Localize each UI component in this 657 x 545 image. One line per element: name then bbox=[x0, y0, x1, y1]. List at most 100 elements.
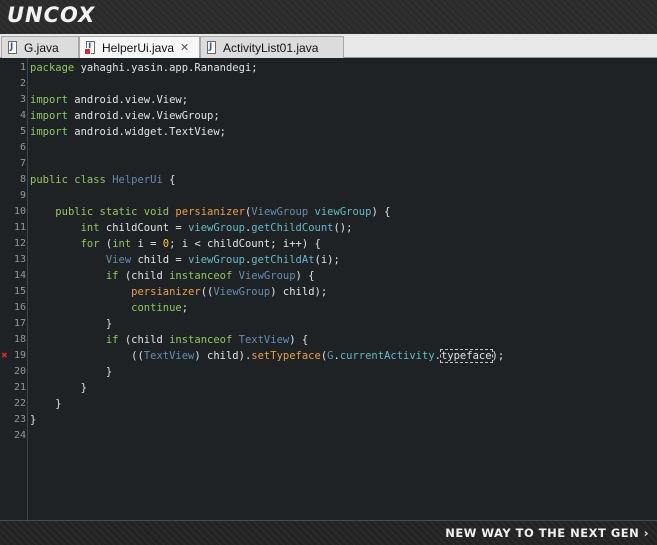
code-token: (i); bbox=[314, 254, 340, 266]
code-line[interactable]: public class HelperUi { bbox=[30, 172, 175, 188]
code-line[interactable]: import android.view.View; bbox=[30, 92, 188, 108]
code-token: ViewGroup bbox=[251, 206, 309, 218]
code-token: ) { bbox=[289, 334, 309, 346]
code-area[interactable]: package yahaghi.yasin.app.Ranandegi; impo… bbox=[30, 60, 657, 520]
code-line[interactable]: } bbox=[30, 396, 62, 412]
footer-tagline: NEW WAY TO THE NEXT GEN › bbox=[445, 526, 649, 540]
code-token: instanceof bbox=[169, 334, 233, 346]
line-number: 20 bbox=[13, 366, 26, 377]
code-token: ) { bbox=[295, 270, 315, 282]
java-file-icon: J bbox=[205, 40, 218, 55]
tab-label: HelperUi.java bbox=[102, 40, 175, 55]
line-number: 9 bbox=[19, 190, 26, 201]
tab-label: G.java bbox=[24, 40, 59, 55]
code-line[interactable]: continue; bbox=[30, 300, 188, 316]
code-token: public class bbox=[30, 174, 106, 186]
line-number: 7 bbox=[19, 158, 26, 169]
code-token: viewGroup bbox=[188, 222, 245, 234]
code-token: if bbox=[105, 334, 119, 346]
line-number: 15 bbox=[13, 286, 26, 297]
tab-helperui-java[interactable]: J HelperUi.java ✕ bbox=[79, 36, 200, 58]
line-number: 6 bbox=[19, 142, 26, 153]
code-token: HelperUi bbox=[112, 174, 163, 186]
code-line[interactable]: package yahaghi.yasin.app.Ranandegi; bbox=[30, 60, 258, 76]
code-token: ; bbox=[181, 302, 189, 314]
code-token: TextView bbox=[238, 334, 290, 346]
footer-banner: NEW WAY TO THE NEXT GEN › bbox=[0, 520, 657, 545]
code-token: } bbox=[30, 318, 113, 330]
code-editor[interactable]: 1 2 3 4 5 6 7 8 9 10 11 12 13 14 15 16 17 18 19 ✖ 20 21 22 23 24… bbox=[0, 58, 657, 520]
code-token: int bbox=[80, 222, 100, 234]
code-token: android.view.ViewGroup; bbox=[67, 110, 220, 122]
line-number: 23 bbox=[13, 414, 26, 425]
line-number: 17 bbox=[13, 318, 26, 329]
code-line[interactable]: import android.widget.TextView; bbox=[30, 124, 226, 140]
code-token: i = bbox=[131, 238, 163, 250]
tab-activitylist01-java[interactable]: J ActivityList01.java bbox=[200, 36, 344, 58]
code-line[interactable]: ((TextView) child).setTypeface(G.current… bbox=[30, 348, 504, 364]
code-token: android.widget.TextView; bbox=[67, 126, 226, 138]
line-number: 18 bbox=[13, 334, 26, 345]
code-token: for bbox=[80, 238, 100, 250]
code-token: persianizer bbox=[131, 286, 201, 298]
code-token: { bbox=[162, 174, 176, 186]
code-token: import bbox=[30, 94, 68, 106]
code-token: ); bbox=[491, 350, 505, 362]
line-number: 22 bbox=[13, 398, 26, 409]
code-token: continue bbox=[131, 302, 182, 314]
code-token: import bbox=[30, 110, 68, 122]
error-marker-icon[interactable]: ✖ bbox=[1, 351, 11, 361]
selected-token: typeface bbox=[439, 349, 493, 363]
code-line[interactable]: View child = viewGroup.getChildAt(i); bbox=[30, 252, 340, 268]
code-line[interactable]: } bbox=[30, 380, 87, 396]
code-token: android.view.View; bbox=[67, 94, 189, 106]
line-number: 3 bbox=[19, 94, 26, 105]
tab-label: ActivityList01.java bbox=[223, 40, 319, 55]
code-token: (( bbox=[200, 286, 214, 298]
close-tab-icon[interactable]: ✕ bbox=[180, 41, 189, 54]
code-line[interactable]: for (int i = 0; i < childCount; i++) { bbox=[30, 236, 321, 252]
line-number: 16 bbox=[13, 302, 26, 313]
code-line[interactable]: if (child instanceof ViewGroup) { bbox=[30, 268, 315, 284]
code-line[interactable]: persianizer((ViewGroup) child); bbox=[30, 284, 327, 300]
code-token: currentActivity bbox=[339, 350, 435, 362]
code-line[interactable]: int childCount = viewGroup.getChildCount… bbox=[30, 220, 353, 236]
code-token: int bbox=[112, 238, 132, 250]
line-number: 24 bbox=[13, 430, 26, 441]
code-token: ViewGroup bbox=[213, 286, 271, 298]
code-line[interactable]: } bbox=[30, 364, 112, 380]
line-number: 21 bbox=[13, 382, 26, 393]
code-token: ) child); bbox=[270, 286, 328, 298]
line-number: 4 bbox=[19, 110, 26, 121]
code-token: (( bbox=[30, 350, 144, 362]
code-line[interactable]: import android.view.ViewGroup; bbox=[30, 108, 220, 124]
editor-tab-bar: J G.java J HelperUi.java ✕ J ActivityLis… bbox=[0, 34, 657, 58]
code-token: } bbox=[30, 398, 62, 410]
code-token: } bbox=[30, 414, 37, 426]
code-line[interactable]: if (child instanceof TextView) { bbox=[30, 332, 308, 348]
code-token: getChildAt bbox=[251, 254, 315, 266]
code-line[interactable]: public static void persianizer(ViewGroup… bbox=[30, 204, 390, 220]
code-token: yahaghi.yasin.app.Ranandegi; bbox=[74, 62, 258, 74]
tab-g-java[interactable]: J G.java bbox=[1, 36, 79, 58]
code-token: package bbox=[30, 62, 75, 74]
line-number: 2 bbox=[19, 78, 26, 89]
line-number: 5 bbox=[19, 126, 26, 137]
code-token: import bbox=[30, 126, 68, 138]
code-token: viewGroup bbox=[188, 254, 245, 266]
code-token: (child bbox=[118, 270, 170, 282]
java-file-error-icon: J bbox=[84, 40, 97, 55]
java-file-icon: J bbox=[6, 40, 19, 55]
code-token: persianizer bbox=[175, 206, 245, 218]
code-line[interactable]: } bbox=[30, 316, 112, 332]
code-line[interactable]: } bbox=[30, 412, 36, 428]
code-token: ( bbox=[99, 238, 113, 250]
code-token: ViewGroup bbox=[238, 270, 296, 282]
